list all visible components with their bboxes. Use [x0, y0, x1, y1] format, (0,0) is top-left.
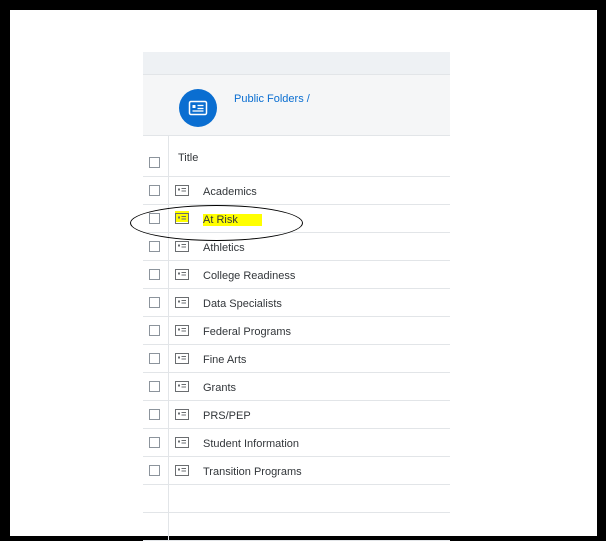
folder-card-icon: [175, 183, 189, 196]
folder-table: Title Academics At Risk Athletics College R…: [143, 136, 450, 541]
column-divider: [168, 345, 169, 372]
screenshot-frame: Public Folders / Title Academics At Risk A…: [10, 10, 597, 541]
empty-row: [143, 513, 450, 541]
column-divider: [168, 317, 169, 344]
column-divider: [168, 261, 169, 288]
folder-name-link[interactable]: College Readiness: [203, 270, 295, 282]
folder-name-link[interactable]: Athletics: [203, 242, 245, 254]
folder-card-icon: [175, 379, 189, 392]
folder-name-link[interactable]: At Risk: [203, 214, 262, 226]
column-divider: [168, 429, 169, 456]
folder-card-icon: [175, 239, 189, 252]
row-checkbox[interactable]: [149, 437, 160, 448]
row-checkbox[interactable]: [149, 381, 160, 392]
folder-card-icon: [175, 295, 189, 308]
folder-name-link[interactable]: Student Information: [203, 438, 299, 450]
column-header-title[interactable]: Title: [178, 152, 198, 164]
table-row[interactable]: Data Specialists: [143, 289, 450, 317]
table-row[interactable]: Athletics: [143, 233, 450, 261]
row-checkbox[interactable]: [149, 325, 160, 336]
folder-panel: Public Folders / Title Academics At Risk A…: [143, 10, 450, 541]
column-divider: [168, 457, 169, 484]
folder-name-link[interactable]: Federal Programs: [203, 326, 291, 338]
empty-row: [143, 485, 450, 513]
folder-card-icon: [179, 89, 217, 127]
folder-name-link[interactable]: Academics: [203, 186, 257, 198]
folder-card-icon: [175, 211, 189, 224]
toolbar-strip: [143, 52, 450, 75]
folder-card-icon: [175, 267, 189, 280]
column-divider: [168, 401, 169, 428]
table-row[interactable]: Academics: [143, 177, 450, 205]
folder-name-link[interactable]: PRS/PEP: [203, 410, 251, 422]
folder-card-icon: [175, 407, 189, 420]
column-divider: [168, 177, 169, 204]
folder-card-icon: [175, 463, 189, 476]
table-row[interactable]: Federal Programs: [143, 317, 450, 345]
row-checkbox[interactable]: [149, 409, 160, 420]
row-checkbox[interactable]: [149, 241, 160, 252]
column-divider: [168, 485, 169, 512]
folder-name-link[interactable]: Transition Programs: [203, 466, 302, 478]
folder-name-link[interactable]: Grants: [203, 382, 236, 394]
highlighted-text: At Risk: [203, 214, 262, 226]
folder-name-link[interactable]: Data Specialists: [203, 298, 282, 310]
column-divider: [168, 205, 169, 232]
row-checkbox[interactable]: [149, 297, 160, 308]
table-row[interactable]: Student Information: [143, 429, 450, 457]
column-divider: [168, 289, 169, 316]
select-all-checkbox[interactable]: [149, 157, 160, 168]
table-row[interactable]: PRS/PEP: [143, 401, 450, 429]
folder-header: Public Folders /: [143, 75, 450, 136]
breadcrumb-public-folders[interactable]: Public Folders /: [234, 93, 310, 105]
row-checkbox[interactable]: [149, 465, 160, 476]
table-row[interactable]: College Readiness: [143, 261, 450, 289]
table-row[interactable]: Fine Arts: [143, 345, 450, 373]
table-row[interactable]: Grants: [143, 373, 450, 401]
row-checkbox[interactable]: [149, 213, 160, 224]
folder-card-icon: [175, 351, 189, 364]
column-divider: [168, 373, 169, 400]
column-divider: [168, 233, 169, 260]
folder-name-link[interactable]: Fine Arts: [203, 354, 246, 366]
table-row[interactable]: At Risk: [143, 205, 450, 233]
folder-card-icon: [175, 323, 189, 336]
table-header-row: Title: [143, 136, 450, 177]
row-checkbox[interactable]: [149, 185, 160, 196]
table-row[interactable]: Transition Programs: [143, 457, 450, 485]
folder-card-icon: [175, 435, 189, 448]
row-checkbox[interactable]: [149, 269, 160, 280]
column-divider: [168, 136, 169, 176]
row-checkbox[interactable]: [149, 353, 160, 364]
